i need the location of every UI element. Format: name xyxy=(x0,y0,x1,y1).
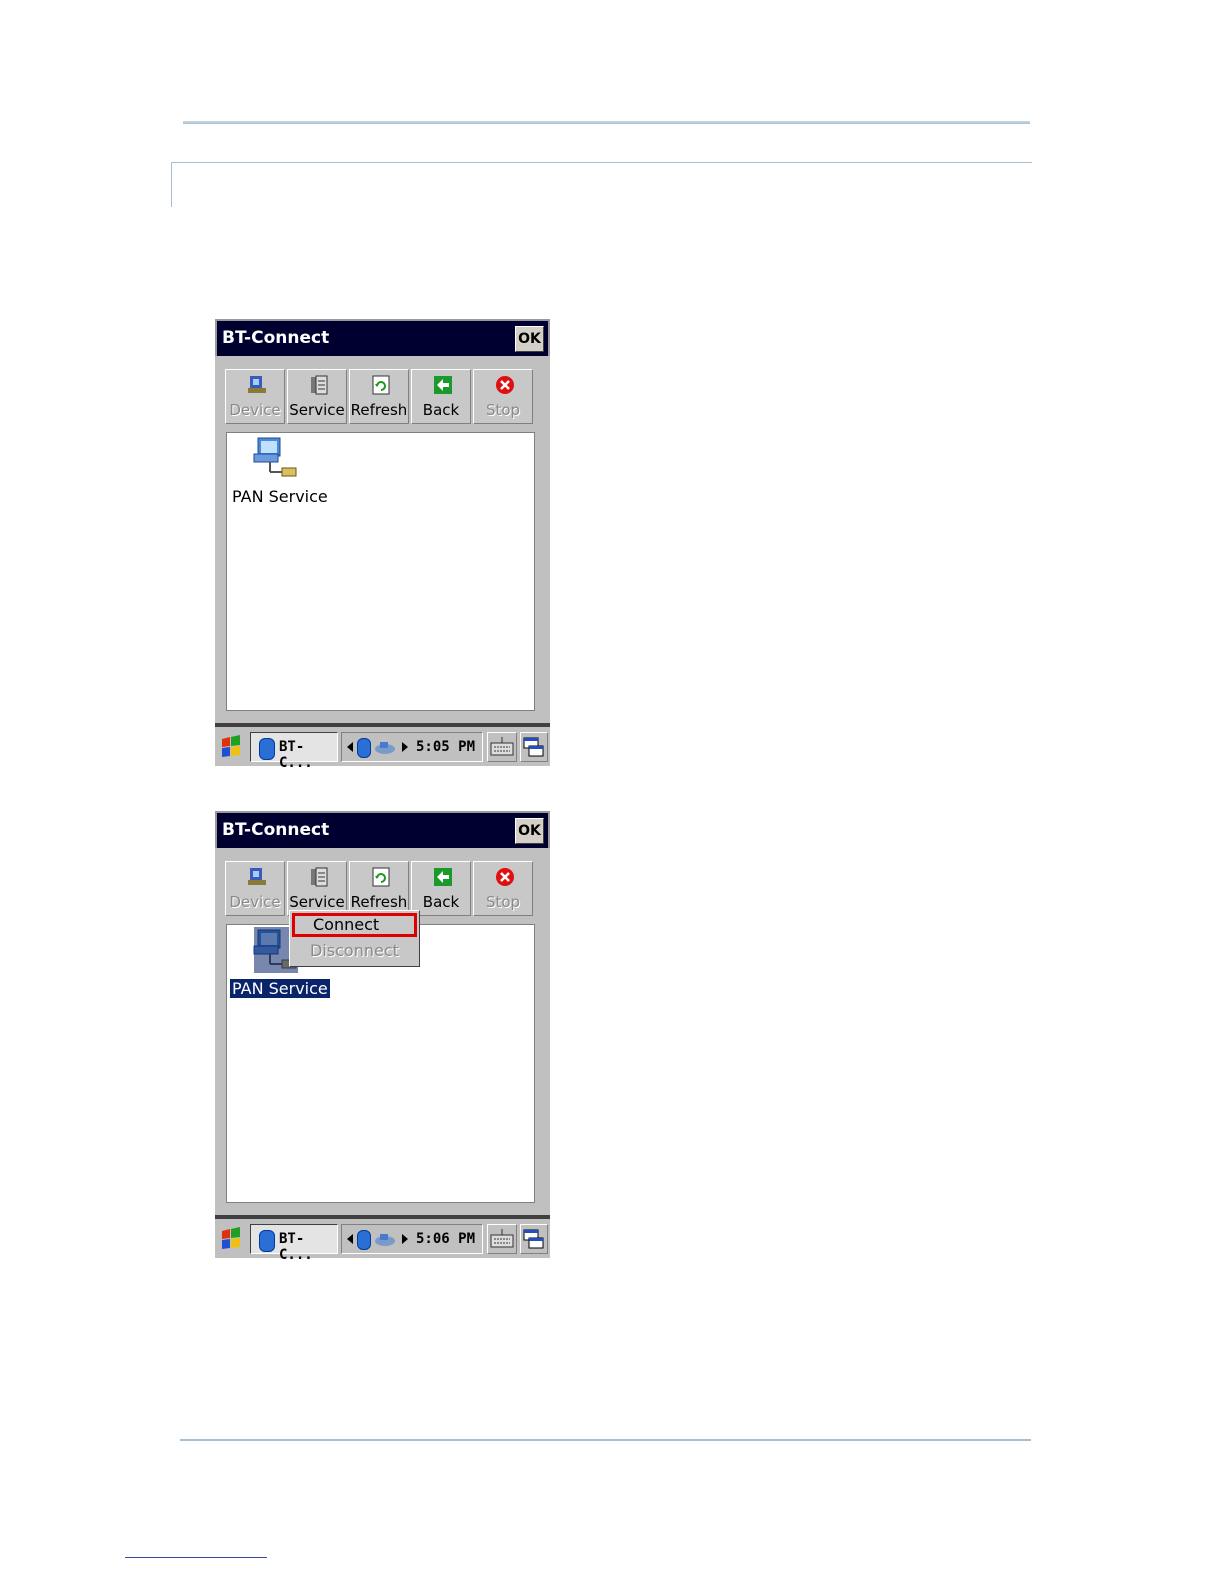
disconnect-menu-item[interactable]: Disconnect xyxy=(292,939,417,963)
tray-right-arrow-icon[interactable] xyxy=(402,742,408,752)
taskbar: BT-C... 5:06 PM xyxy=(215,1221,550,1263)
ok-button[interactable]: OK xyxy=(515,818,544,844)
system-tray: 5:06 PM xyxy=(341,1224,483,1254)
clock[interactable]: 5:06 PM xyxy=(416,1231,475,1247)
section-heading-box xyxy=(171,162,1032,207)
bluetooth-tray-icon[interactable] xyxy=(357,738,371,758)
bt-connect-screenshot-2: BT-Connect OK Device Service Refresh Bac… xyxy=(215,811,550,1263)
taskbar-app-button[interactable]: BT-C... xyxy=(250,732,338,771)
stop-button[interactable]: Stop xyxy=(473,861,533,916)
toolbar: Device Service Refresh Back Stop xyxy=(225,369,535,424)
windows-stack-icon xyxy=(523,737,544,757)
back-label: Back xyxy=(422,401,460,419)
refresh-label: Refresh xyxy=(350,401,408,419)
service-icon xyxy=(311,375,328,395)
keyboard-icon xyxy=(490,737,514,756)
keyboard-button[interactable] xyxy=(487,732,517,762)
bluetooth-tray-icon[interactable] xyxy=(357,1230,371,1250)
refresh-icon xyxy=(372,375,390,395)
device-label: Device xyxy=(229,401,281,419)
device-icon xyxy=(248,376,266,393)
tray-right-arrow-icon[interactable] xyxy=(402,1234,408,1244)
separator xyxy=(215,1215,550,1219)
service-button[interactable]: Service xyxy=(287,369,347,424)
refresh-icon xyxy=(372,867,390,887)
stop-label: Stop xyxy=(485,893,521,911)
network-tray-icon[interactable] xyxy=(374,1233,396,1247)
device-icon xyxy=(248,868,266,885)
device-label: Device xyxy=(229,893,281,911)
back-arrow-icon xyxy=(434,376,452,394)
stop-label: Stop xyxy=(485,401,521,419)
footer-rule xyxy=(180,1439,1031,1441)
refresh-button[interactable]: Refresh xyxy=(349,369,409,424)
taskbar-app-label: BT-C... xyxy=(279,739,313,771)
taskbar-app-button[interactable]: BT-C... xyxy=(250,1224,338,1263)
separator xyxy=(215,723,550,727)
system-tray: 5:05 PM xyxy=(341,732,483,762)
bluetooth-icon xyxy=(259,738,275,760)
tray-left-arrow-icon[interactable] xyxy=(347,1234,353,1244)
refresh-label: Refresh xyxy=(350,893,408,911)
stop-icon xyxy=(496,868,514,886)
footer-link-underline xyxy=(125,1557,267,1558)
window-title: BT-Connect xyxy=(222,328,330,348)
pan-service-label[interactable]: PAN Service xyxy=(230,487,330,506)
stop-icon xyxy=(496,376,514,394)
device-button[interactable]: Device xyxy=(225,369,285,424)
pan-service-label[interactable]: PAN Service xyxy=(229,978,331,999)
ok-button[interactable]: OK xyxy=(515,326,544,352)
title-bar: BT-Connect OK xyxy=(215,319,550,356)
service-button[interactable]: Service xyxy=(287,861,347,916)
refresh-button[interactable]: Refresh xyxy=(349,861,409,916)
keyboard-button[interactable] xyxy=(487,1224,517,1254)
clock[interactable]: 5:05 PM xyxy=(416,739,475,755)
bt-connect-screenshot-1: BT-Connect OK Device Service Refresh Bac… xyxy=(215,319,550,771)
taskbar: BT-C... 5:05 PM xyxy=(215,729,550,771)
keyboard-icon xyxy=(490,1229,514,1248)
service-icon xyxy=(311,867,328,887)
show-desktop-button[interactable] xyxy=(520,1224,548,1254)
show-desktop-button[interactable] xyxy=(520,732,548,762)
network-tray-icon[interactable] xyxy=(374,741,396,755)
windows-start-icon[interactable] xyxy=(218,733,244,761)
service-label: Service xyxy=(289,401,345,419)
back-label: Back xyxy=(422,893,460,911)
back-button[interactable]: Back xyxy=(411,861,471,916)
header-rule xyxy=(183,121,1030,124)
windows-start-icon[interactable] xyxy=(218,1225,244,1253)
device-button[interactable]: Device xyxy=(225,861,285,916)
service-list: PAN Service xyxy=(226,432,535,711)
connect-menu-item[interactable]: Connect xyxy=(292,913,417,937)
toolbar: Device Service Refresh Back Stop xyxy=(225,861,535,916)
service-label: Service xyxy=(289,893,345,911)
bluetooth-icon xyxy=(259,1230,275,1252)
taskbar-app-label: BT-C... xyxy=(279,1231,313,1263)
tray-left-arrow-icon[interactable] xyxy=(347,742,353,752)
context-menu: Connect Disconnect xyxy=(289,910,420,967)
stop-button[interactable]: Stop xyxy=(473,369,533,424)
window-title: BT-Connect xyxy=(222,820,330,840)
windows-stack-icon xyxy=(523,1229,544,1249)
pan-service-icon[interactable] xyxy=(252,436,302,484)
back-arrow-icon xyxy=(434,868,452,886)
back-button[interactable]: Back xyxy=(411,369,471,424)
title-bar: BT-Connect OK xyxy=(215,811,550,848)
